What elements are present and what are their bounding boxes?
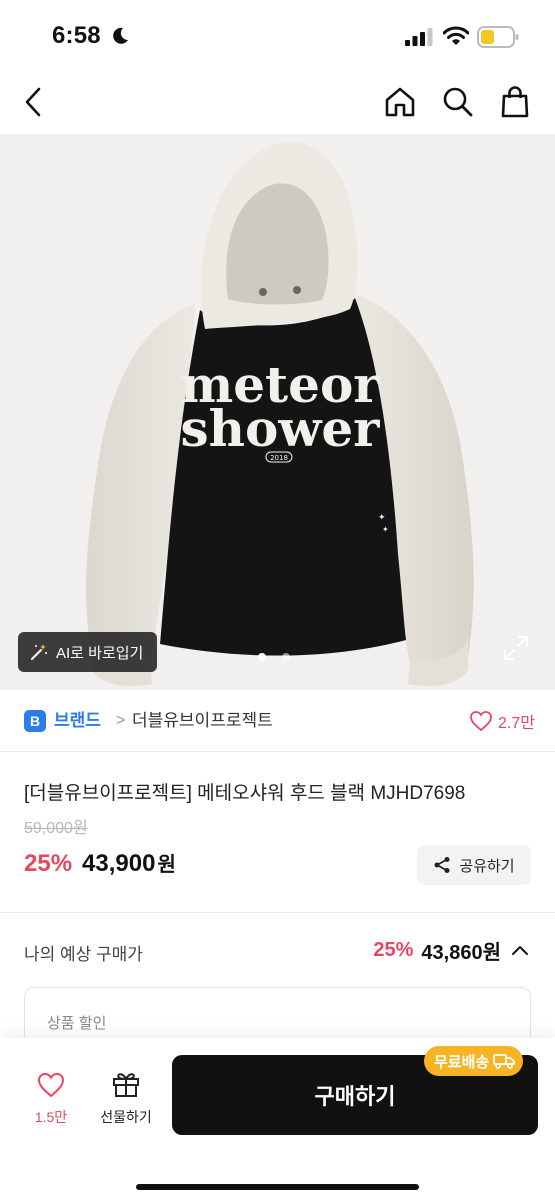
expand-icon[interactable] [502,634,530,662]
status-time: 6:58 [52,22,101,49]
original-price: 59,000원 [24,820,88,837]
expected-price-row: 나의 예상 구매가 25% 43,860원 [0,930,555,972]
share-button[interactable]: 공유하기 [417,845,531,885]
print-line-2: shower [180,399,380,458]
moon-icon [113,27,128,44]
truck-icon [493,1054,516,1069]
section-divider [0,912,555,913]
sale-price: 43,900 [82,850,156,877]
gift-icon [113,1073,139,1097]
currency-unit: 원 [157,854,176,876]
shopping-bag-icon[interactable] [497,84,533,120]
carousel-indicator [258,653,290,661]
home-indicator [136,1184,419,1190]
brand-badge: B [24,710,46,732]
expected-discount: 25% [373,939,414,961]
like-button[interactable]: 1.5만 [24,1072,78,1127]
home-icon[interactable] [382,84,418,120]
expected-price-label: 나의 예상 구매가 [24,945,143,964]
brand-like-button[interactable]: 2.7만 [470,709,535,733]
brand-link[interactable]: 브랜드 [54,710,101,732]
brand-row: B 브랜드 > 더블유브이프로젝트 2.7만 [0,690,555,752]
like-count: 1.5만 [34,1109,68,1125]
search-icon[interactable] [440,84,476,120]
carousel-dot[interactable] [282,653,290,661]
buy-label: 구매하기 [314,1084,396,1109]
gift-button[interactable]: 선물하기 [92,1070,160,1127]
gift-label: 선물하기 [100,1109,152,1125]
print-badge: 2018 [270,454,288,462]
breadcrumb-separator: > [116,712,126,729]
heart-icon [470,711,492,731]
brand-like-count: 2.7만 [498,715,535,732]
chevron-up-icon [512,945,528,955]
expected-price-toggle[interactable]: 25% 43,860원 [373,936,531,965]
back-chevron-icon[interactable] [16,84,52,120]
status-bar: 6:58 [0,0,555,72]
bottom-action-bar: 1.5만 선물하기 구매하기 무료배송 [0,1038,555,1200]
product-discount-label: 상품 할인 [47,1015,107,1032]
heart-icon [37,1072,65,1098]
product-image-carousel[interactable]: meteor shower 2018 ✦ ✦ AI로 바로입기 [0,134,555,690]
top-nav [0,72,555,134]
share-icon [434,857,450,873]
share-label: 공유하기 [459,857,515,875]
brand-name-link[interactable]: 더블유브이프로젝트 [132,710,273,732]
price-row: 25% 43,900 원 [24,848,176,878]
free-shipping-label: 무료배송 [434,1053,490,1071]
wifi-icon [443,26,469,45]
ai-try-on-button[interactable]: AI로 바로입기 [18,632,158,672]
ai-try-on-label: AI로 바로입기 [56,644,144,662]
expected-price: 43,860원 [421,942,501,964]
signal-icon [405,28,433,46]
hoodie-image: meteor shower 2018 ✦ ✦ [85,142,474,687]
product-title: [더블유브이프로젝트] 메테오샤워 후드 블랙 MJHD7698 [24,783,466,804]
free-shipping-badge: 무료배송 [424,1046,524,1076]
carousel-dot-active[interactable] [258,653,266,661]
magic-wand-icon [31,644,47,660]
svg-text:✦: ✦ [382,525,389,534]
discount-rate: 25% [24,850,73,877]
battery-icon [477,26,519,48]
svg-text:✦: ✦ [378,513,386,523]
